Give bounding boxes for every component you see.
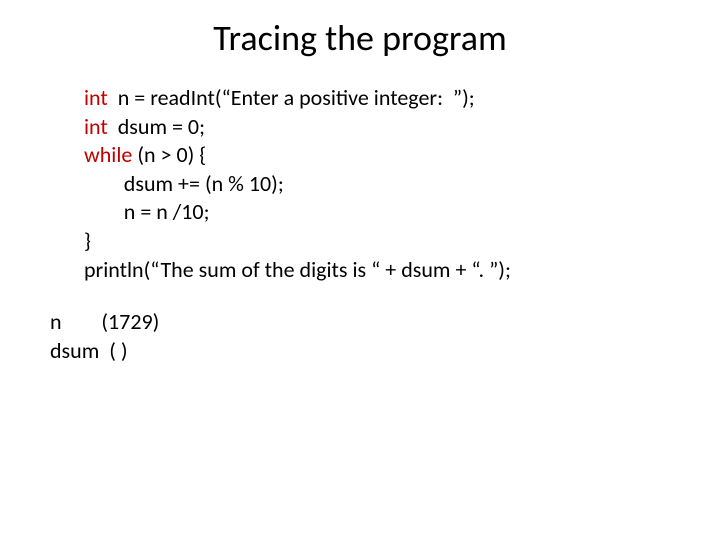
code-text: n = readInt(“Enter a positive integer: ”… [108,84,475,111]
trace-block: n (1729) dsum ( ) [50,308,720,365]
keyword-int: int [84,84,108,111]
trace-value-n: (1729) [101,308,159,335]
code-line-4: dsum += (n % 10); [84,170,660,199]
code-text: (n > 0) { [132,141,206,168]
code-line-5: n = n /10; [84,198,660,227]
code-line-6: } [84,227,660,256]
code-line-2: int dsum = 0; [84,113,660,142]
code-line-3: while (n > 0) { [84,141,660,170]
code-text: dsum = 0; [108,113,205,140]
code-line-7: println(“The sum of the digits is “ + ds… [84,256,660,285]
code-block: int n = readInt(“Enter a positive intege… [84,84,660,284]
trace-row-n: n (1729) [50,308,720,337]
keyword-int: int [84,113,108,140]
trace-row-dsum: dsum ( ) [50,337,720,366]
trace-var-n: n [50,308,62,335]
trace-value-dsum: ( ) [109,337,127,364]
trace-var-dsum: dsum [50,337,99,364]
code-line-1: int n = readInt(“Enter a positive intege… [84,84,660,113]
keyword-while: while [84,141,132,168]
slide-title: Tracing the program [0,0,720,84]
